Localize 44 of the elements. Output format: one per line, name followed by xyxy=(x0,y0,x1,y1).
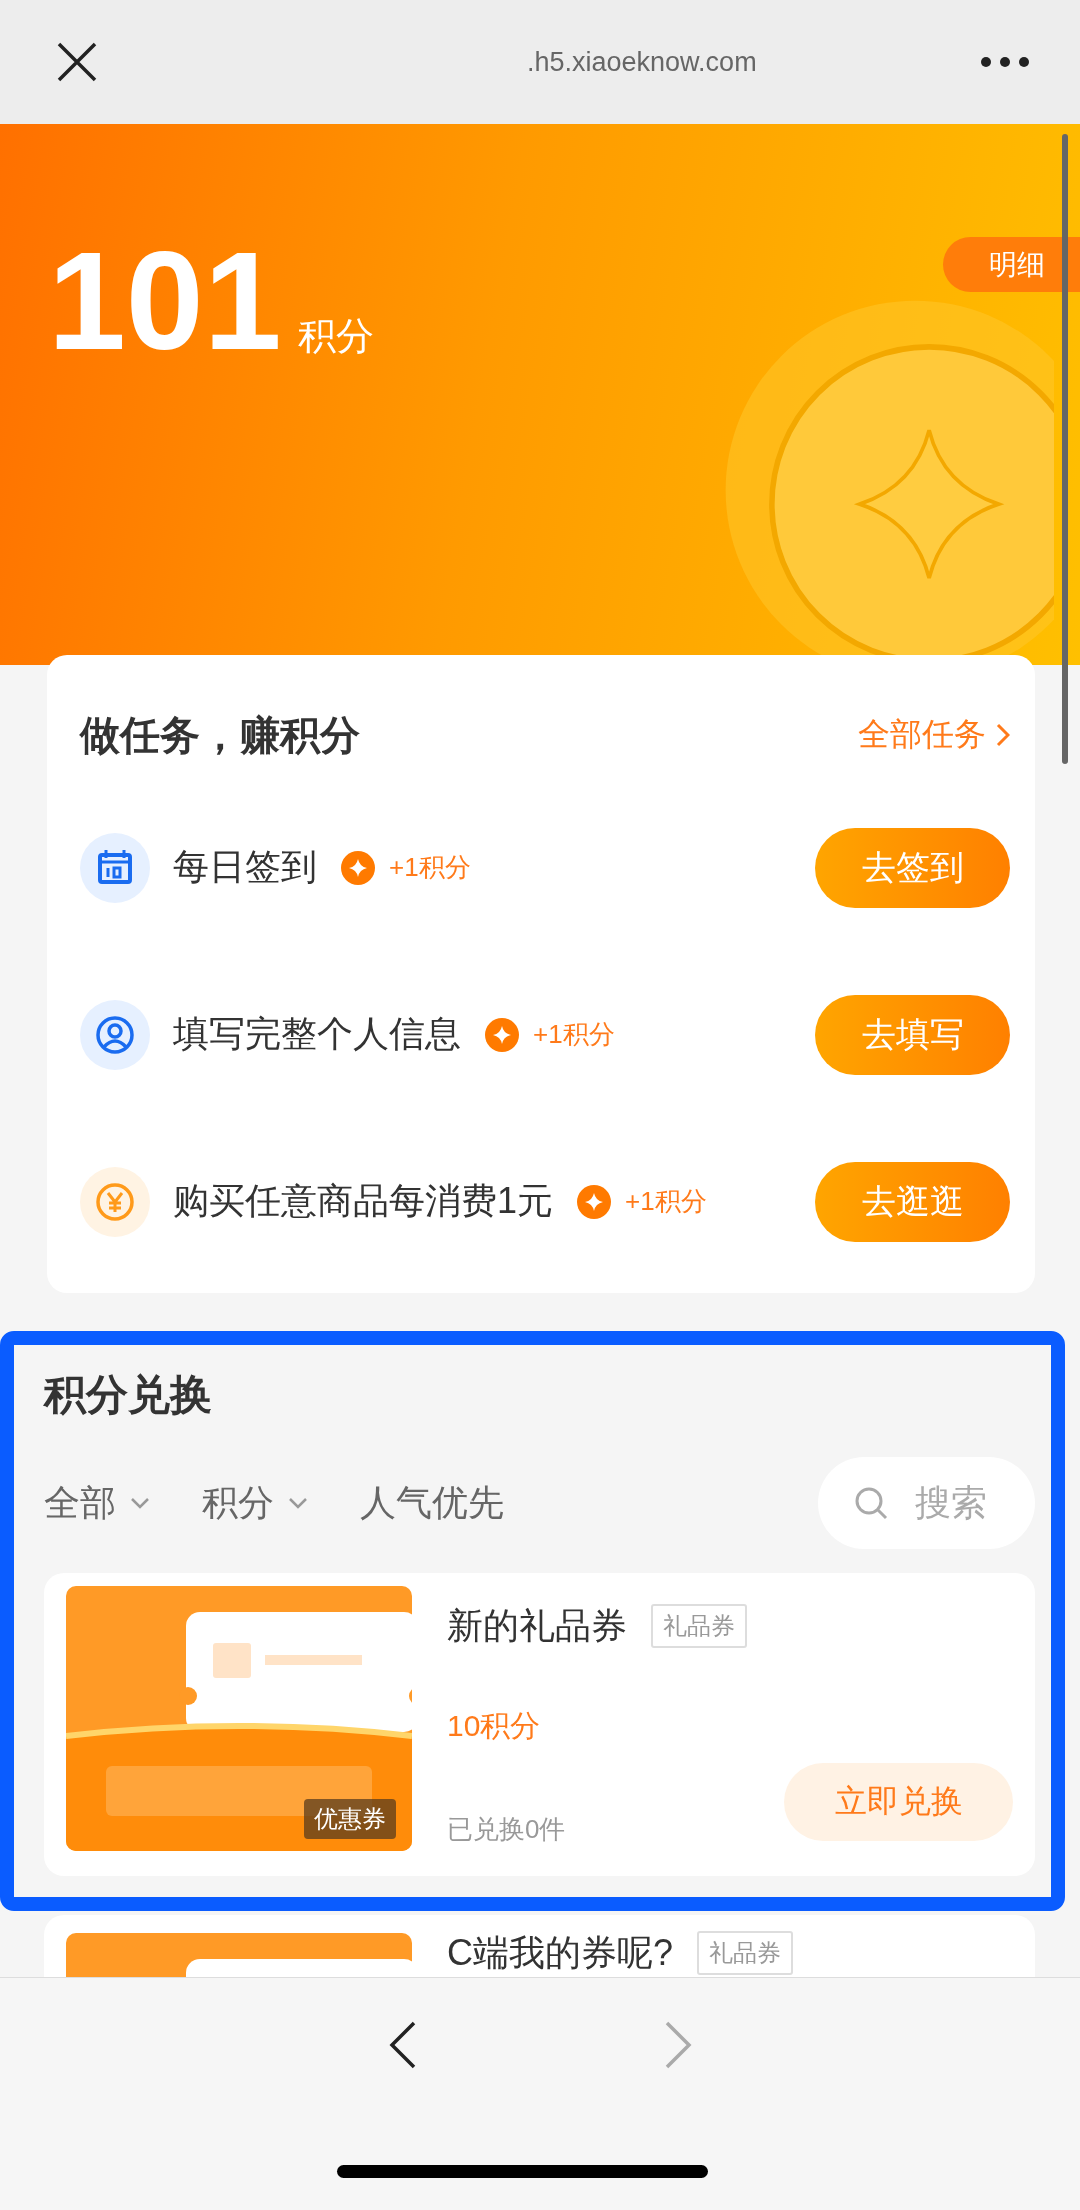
more-icon[interactable] xyxy=(980,56,1030,68)
points-value: 101 xyxy=(48,224,282,378)
task-button[interactable]: 去逛逛 xyxy=(815,1161,1010,1242)
task-button[interactable]: 去填写 xyxy=(815,994,1010,1075)
yen-coin-icon xyxy=(80,1166,150,1237)
product-tag: 礼品券 xyxy=(651,1604,747,1648)
task-name: 购买任意商品每消费1元 xyxy=(173,1179,554,1223)
caret-icon xyxy=(130,1497,150,1509)
exchange-title: 积分兑换 xyxy=(44,1370,213,1420)
detail-button[interactable]: 明细 xyxy=(943,237,1080,292)
back-icon[interactable] xyxy=(387,2020,418,2070)
points-icon xyxy=(577,1184,612,1219)
exchanged-count: 已兑换0件 xyxy=(447,1813,566,1846)
calendar-icon xyxy=(80,832,150,903)
filter-option[interactable]: 全部 xyxy=(44,1478,150,1528)
product-title: C端我的券呢? xyxy=(447,1930,674,1975)
search-icon xyxy=(853,1485,889,1521)
product-title: 新的礼品券 xyxy=(447,1603,627,1648)
task-name: 每日签到 xyxy=(173,845,317,889)
points-icon xyxy=(485,1017,519,1052)
product-card[interactable]: 优惠券 新的礼品券 礼品券 10积分 已兑换0件 立即兑换 xyxy=(44,1573,1035,1876)
task-reward: +1积分 xyxy=(389,851,472,884)
points-unit: 积分 xyxy=(297,314,374,359)
filter-option[interactable]: 人气优先 xyxy=(360,1478,504,1528)
task-reward: +1积分 xyxy=(533,1018,616,1051)
product-card[interactable]: C端我的券呢? 礼品券 xyxy=(44,1915,1035,1977)
caret-icon xyxy=(288,1497,308,1509)
task-name: 填写完整个人信息 xyxy=(173,1012,461,1056)
close-icon[interactable] xyxy=(57,42,97,82)
tasks-title: 做任务，赚积分 xyxy=(80,711,360,759)
task-reward: +1积分 xyxy=(625,1185,708,1218)
filter-option[interactable]: 积分 xyxy=(202,1478,308,1528)
product-price: 10积分 xyxy=(447,1708,542,1744)
product-tag: 礼品券 xyxy=(697,1931,794,1975)
user-icon xyxy=(80,999,150,1070)
all-tasks-link[interactable]: 全部任务 xyxy=(858,713,1010,757)
page-url: .h5.xiaoeknow.com xyxy=(527,46,758,78)
search-input[interactable]: 搜索 xyxy=(913,1481,1037,1525)
search-field[interactable]: 搜索 xyxy=(818,1457,1035,1549)
task-button[interactable]: 去签到 xyxy=(815,827,1010,908)
chevron-icon xyxy=(996,723,1010,747)
redeem-button[interactable]: 立即兑换 xyxy=(784,1763,1013,1841)
image-label: 优惠券 xyxy=(304,1799,396,1839)
points-icon xyxy=(341,850,375,885)
